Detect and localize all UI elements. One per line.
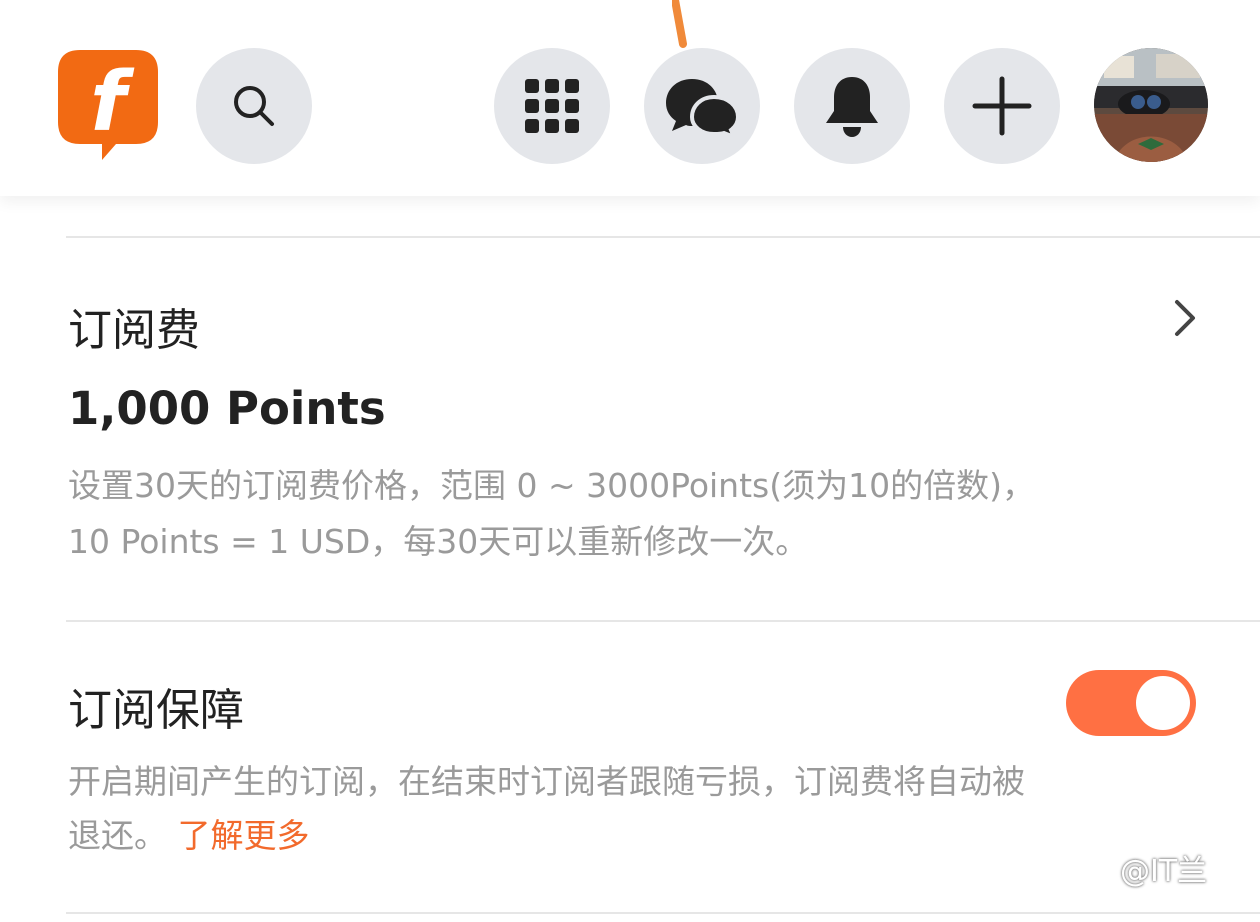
notifications-button[interactable] [794, 48, 910, 164]
subscription-fee-desc-line1: 设置30天的订阅费价格，范围 0 ~ 3000Points(须为10的倍数)， [68, 466, 1035, 505]
avatar[interactable] [1094, 48, 1208, 162]
chat-icon [666, 79, 740, 137]
create-button[interactable] [944, 48, 1060, 164]
subscription-fee-title: 订阅费 [68, 305, 200, 356]
subscription-fee-desc-line2: 10 Points = 1 USD，每30天可以重新修改一次。 [68, 522, 809, 561]
messages-button[interactable] [644, 48, 760, 164]
learn-more-link[interactable]: 了解更多 [178, 816, 310, 855]
top-nav-bar: f [0, 0, 1260, 196]
bell-icon [826, 77, 878, 137]
divider [66, 912, 1260, 914]
search-icon [234, 86, 274, 126]
divider [66, 620, 1260, 622]
plus-icon [972, 76, 1032, 136]
divider [66, 236, 1260, 238]
toggle-knob [1136, 676, 1190, 730]
chevron-right-icon[interactable] [1168, 296, 1202, 340]
search-button[interactable] [196, 48, 312, 164]
subscription-protection-title: 订阅保障 [68, 685, 244, 736]
subscription-fee-value: 1,000 Points [68, 382, 386, 435]
apps-grid-icon [525, 79, 579, 133]
logo-icon[interactable]: f [58, 50, 158, 160]
annotation-stroke [672, 0, 687, 48]
desc-text: 退还。 [68, 816, 167, 855]
apps-button[interactable] [494, 48, 610, 164]
subscription-protection-desc-line2: 退还。 了解更多 [68, 808, 310, 864]
subscription-protection-toggle[interactable] [1066, 670, 1196, 736]
watermark: @IT兰 [1120, 854, 1208, 889]
subscription-protection-desc-line1: 开启期间产生的订阅，在结束时订阅者跟随亏损，订阅费将自动被 [68, 762, 1025, 801]
avatar-image [1094, 48, 1208, 162]
